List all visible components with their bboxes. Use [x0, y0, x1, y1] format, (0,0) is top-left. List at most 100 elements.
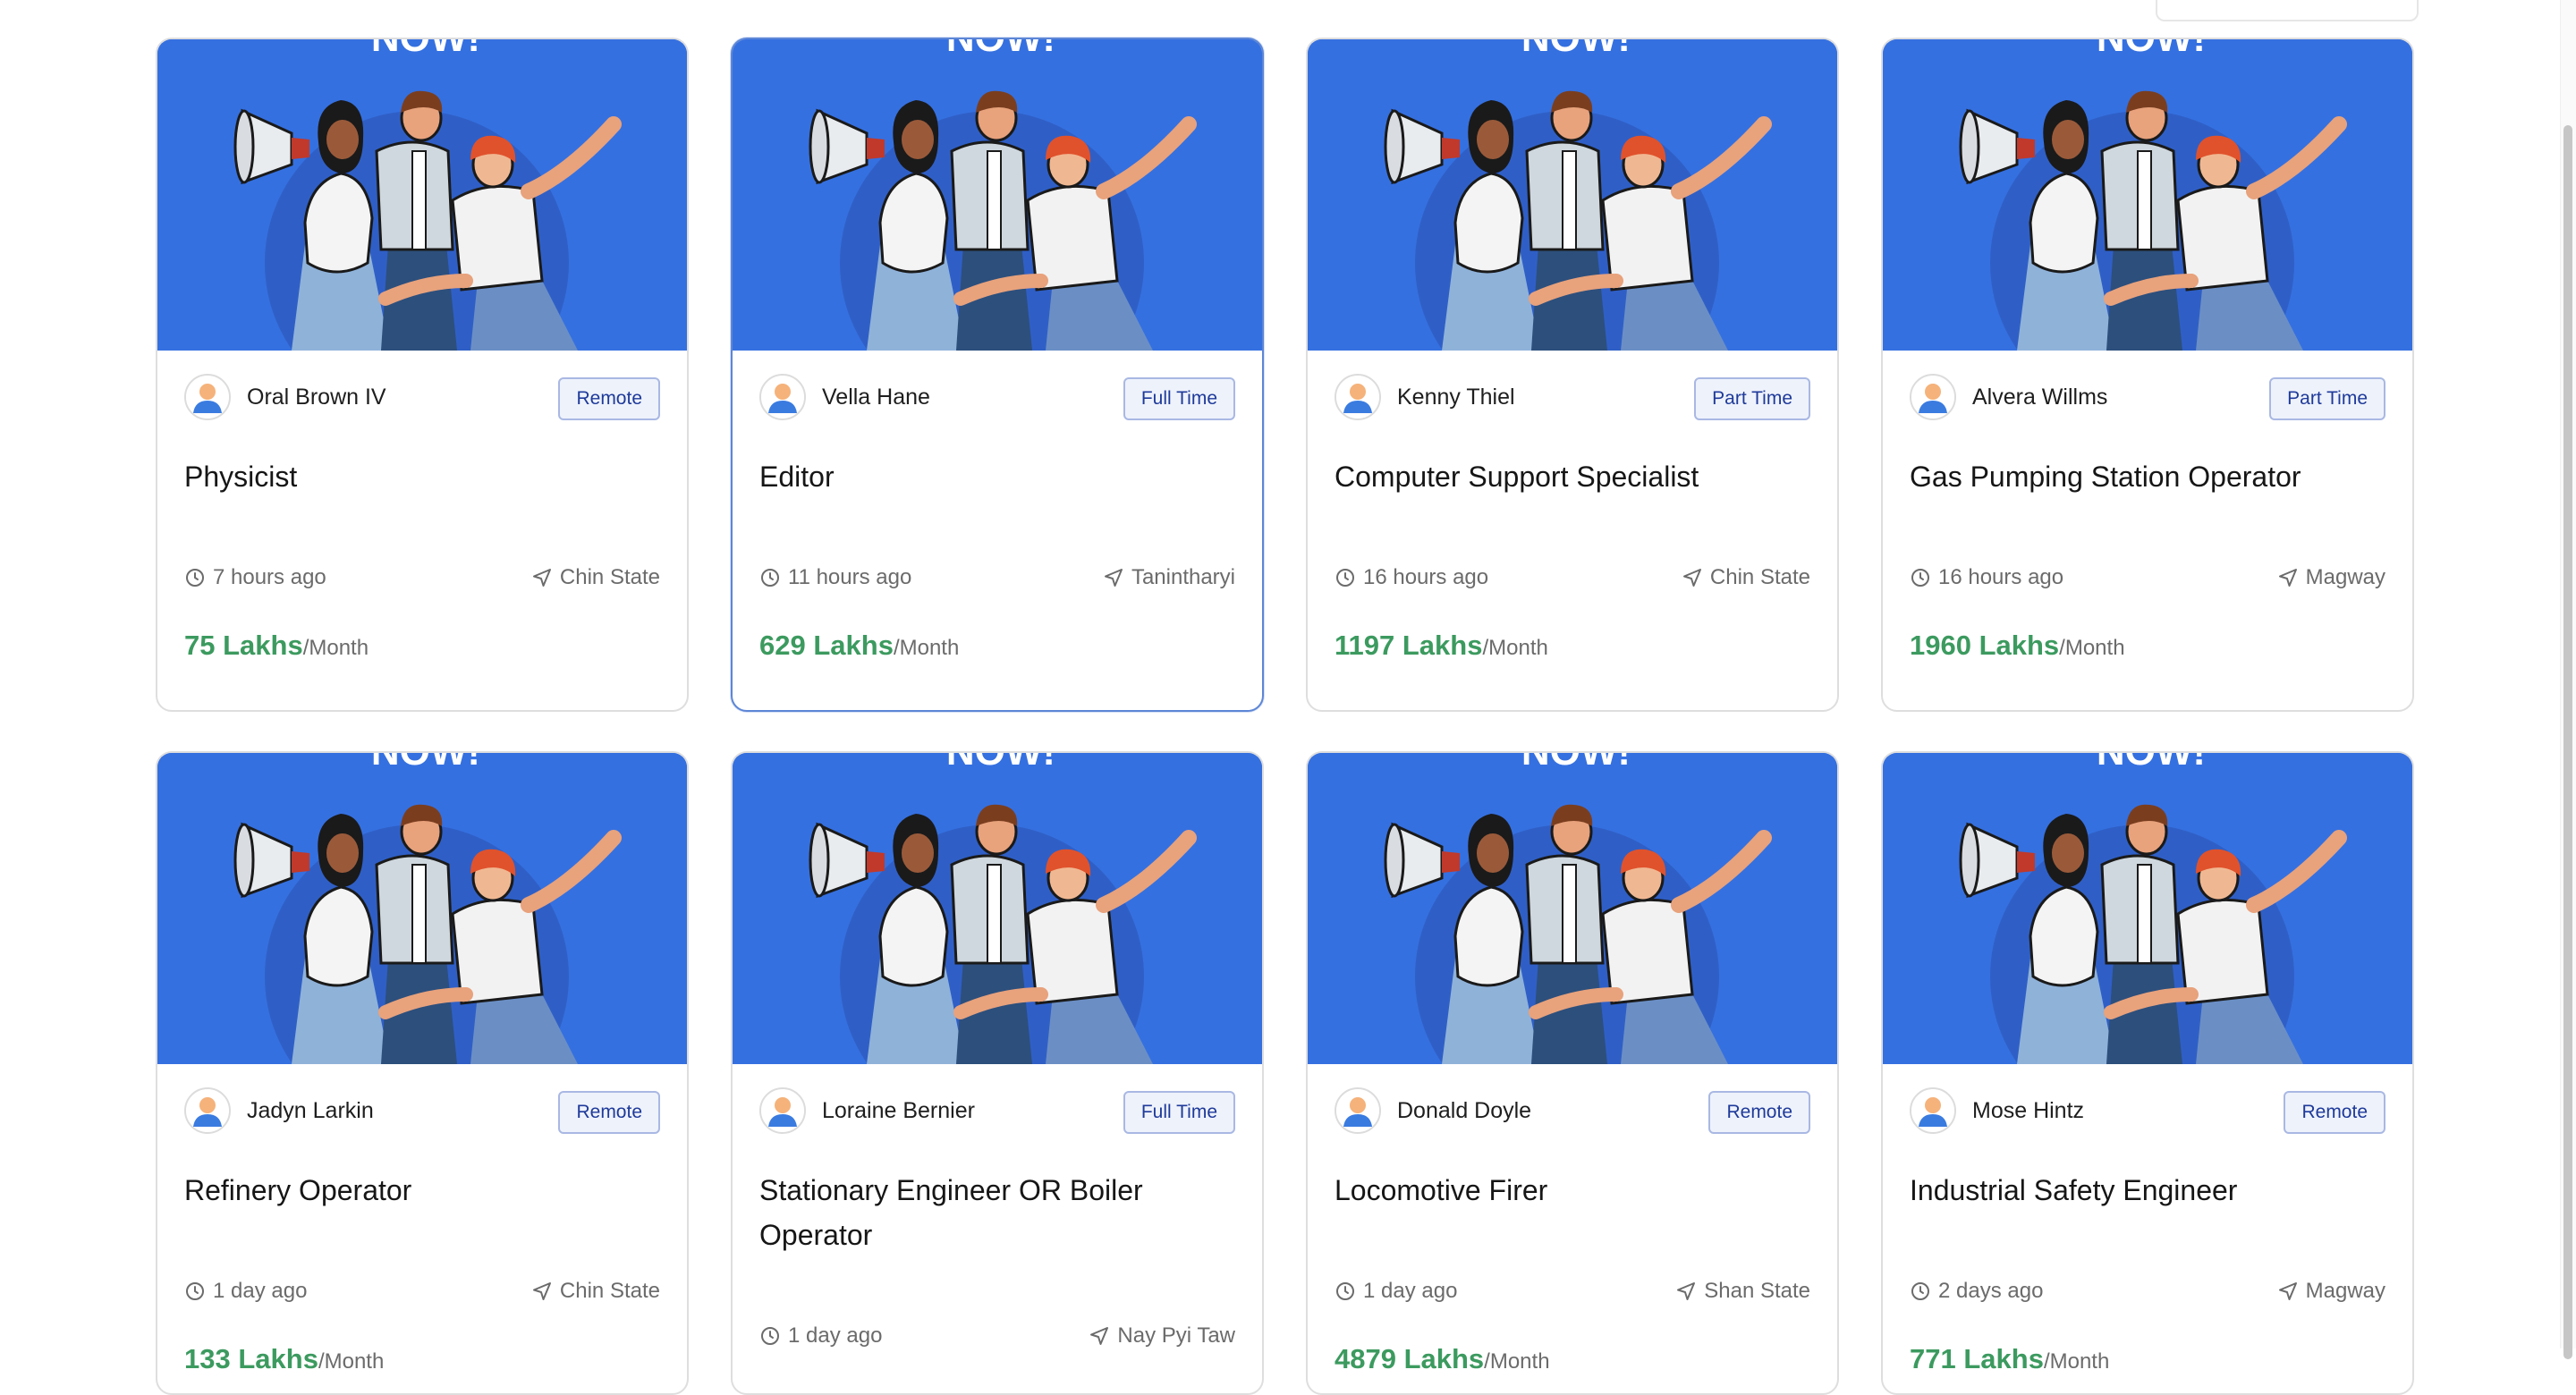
salary: 629 Lakhs/Month: [759, 630, 959, 662]
navigation-arrow-icon: [1103, 567, 1131, 588]
posted-time: 1 day ago: [184, 1279, 307, 1304]
poster-row: Kenny Thiel Part Time: [1335, 374, 1810, 424]
poster-name: Loraine Bernier: [822, 1098, 975, 1123]
job-title[interactable]: Stationary Engineer OR Boiler Operator: [759, 1168, 1242, 1257]
job-meta: 11 hours ago Tanintharyi: [759, 565, 1235, 594]
job-type-badge: Full Time: [1123, 377, 1235, 420]
navigation-arrow-icon: [2277, 1281, 2306, 1302]
poster-name: Mose Hintz: [1972, 1098, 2085, 1123]
svg-text:NOW!: NOW!: [2097, 39, 2206, 60]
job-card[interactable]: NOW! Loraine Bernier Full Time Stationar…: [731, 751, 1264, 1395]
job-card[interactable]: NOW! Kenny Thiel Part Time Computer Supp…: [1306, 38, 1839, 712]
job-card[interactable]: NOW! Alvera Willms Part Time Gas Pumping…: [1881, 38, 2414, 712]
salary: 133 Lakhs/Month: [184, 1343, 384, 1375]
job-banner: NOW!: [157, 753, 687, 1064]
poster-name: Kenny Thiel: [1397, 385, 1515, 410]
user-avatar-icon: [1335, 374, 1381, 420]
job-banner: NOW!: [733, 753, 1262, 1064]
clock-icon: [184, 567, 213, 588]
job-banner: NOW!: [1308, 753, 1837, 1064]
salary-period: /Month: [318, 1349, 385, 1374]
poster-name: Vella Hane: [822, 385, 930, 410]
job-title[interactable]: Refinery Operator: [184, 1168, 667, 1213]
salary-amount: 1197 Lakhs: [1335, 630, 1483, 661]
navigation-arrow-icon: [1089, 1325, 1117, 1347]
poster-name: Jadyn Larkin: [247, 1098, 374, 1123]
clock-icon: [759, 1325, 788, 1347]
navigation-arrow-icon: [531, 567, 560, 588]
user-avatar-icon: [1335, 1087, 1381, 1134]
salary-period: /Month: [302, 636, 369, 660]
salary-period: /Month: [893, 636, 960, 660]
clock-icon: [184, 1281, 213, 1302]
salary-amount: 771 Lakhs: [1910, 1343, 2044, 1374]
job-title[interactable]: Gas Pumping Station Operator: [1910, 454, 2393, 499]
salary-amount: 4879 Lakhs: [1335, 1343, 1485, 1374]
job-card[interactable]: NOW! Donald Doyle Remote Locomotive Fire…: [1306, 751, 1839, 1395]
scrollbar-thumb[interactable]: [2563, 125, 2572, 1359]
job-card[interactable]: NOW! Oral Brown IV Remote Physicist 7 ho…: [156, 38, 689, 712]
svg-text:NOW!: NOW!: [2097, 753, 2206, 774]
job-type-badge: Remote: [1708, 1091, 1810, 1134]
job-title[interactable]: Physicist: [184, 454, 667, 499]
hiring-people-illustration: NOW!: [1883, 39, 2412, 351]
clock-icon: [1335, 1281, 1363, 1302]
poster-name: Donald Doyle: [1397, 1098, 1532, 1123]
user-avatar-icon: [1910, 374, 1956, 420]
salary-amount: 75 Lakhs: [184, 630, 303, 661]
job-banner: NOW!: [1883, 753, 2412, 1064]
job-card[interactable]: NOW! Mose Hintz Remote Industrial Safety…: [1881, 751, 2414, 1395]
job-meta: 7 hours ago Chin State: [184, 565, 660, 594]
poster-name: Alvera Willms: [1972, 385, 2108, 410]
job-banner: NOW!: [733, 39, 1262, 351]
salary-period: /Month: [1482, 636, 1548, 660]
poster-row: Oral Brown IV Remote: [184, 374, 660, 424]
job-location: Chin State: [531, 1279, 660, 1304]
poster-row: Vella Hane Full Time: [759, 374, 1235, 424]
svg-text:NOW!: NOW!: [946, 39, 1055, 60]
job-meta: 16 hours ago Magway: [1910, 565, 2385, 594]
posted-time: 11 hours ago: [759, 565, 911, 590]
user-avatar-icon: [184, 374, 231, 420]
job-card-grid: NOW! Oral Brown IV Remote Physicist 7 ho…: [0, 0, 2576, 1395]
job-title[interactable]: Industrial Safety Engineer: [1910, 1168, 2393, 1213]
user-avatar-icon: [759, 1087, 806, 1134]
navigation-arrow-icon: [1682, 567, 1710, 588]
poster-row: Alvera Willms Part Time: [1910, 374, 2385, 424]
job-location: Chin State: [1682, 565, 1810, 590]
posted-time: 16 hours ago: [1910, 565, 2063, 590]
posted-time: 1 day ago: [1335, 1279, 1457, 1304]
salary: 75 Lakhs/Month: [184, 630, 369, 662]
salary-period: /Month: [2043, 1349, 2110, 1374]
user-avatar-icon: [1910, 1087, 1956, 1134]
job-card[interactable]: NOW! Jadyn Larkin Remote Refinery Operat…: [156, 751, 689, 1395]
svg-text:NOW!: NOW!: [371, 753, 480, 774]
hiring-people-illustration: NOW!: [733, 753, 1262, 1064]
job-meta: 1 day ago Chin State: [184, 1279, 660, 1307]
salary: 4879 Lakhs/Month: [1335, 1343, 1550, 1375]
posted-time: 7 hours ago: [184, 565, 326, 590]
poster-row: Loraine Bernier Full Time: [759, 1087, 1235, 1137]
posted-time: 2 days ago: [1910, 1279, 2043, 1304]
salary: 1960 Lakhs/Month: [1910, 630, 2125, 662]
job-type-badge: Full Time: [1123, 1091, 1235, 1134]
svg-text:NOW!: NOW!: [1521, 753, 1631, 774]
job-title[interactable]: Locomotive Firer: [1335, 1168, 1818, 1213]
hiring-people-illustration: NOW!: [1308, 39, 1837, 351]
svg-text:NOW!: NOW!: [946, 753, 1055, 774]
user-avatar-icon: [759, 374, 806, 420]
job-title[interactable]: Editor: [759, 454, 1242, 499]
salary-amount: 629 Lakhs: [759, 630, 894, 661]
salary: 1197 Lakhs/Month: [1335, 630, 1548, 662]
job-card[interactable]: NOW! Vella Hane Full Time Editor 11 hour…: [731, 38, 1264, 712]
job-type-badge: Remote: [2284, 1091, 2385, 1134]
svg-text:NOW!: NOW!: [371, 39, 480, 60]
poster-name: Oral Brown IV: [247, 385, 386, 410]
job-banner: NOW!: [1308, 39, 1837, 351]
job-title[interactable]: Computer Support Specialist: [1335, 454, 1818, 499]
navigation-arrow-icon: [2277, 567, 2306, 588]
clock-icon: [759, 567, 788, 588]
job-type-badge: Remote: [558, 1091, 660, 1134]
clock-icon: [1910, 1281, 1938, 1302]
job-banner: NOW!: [1883, 39, 2412, 351]
